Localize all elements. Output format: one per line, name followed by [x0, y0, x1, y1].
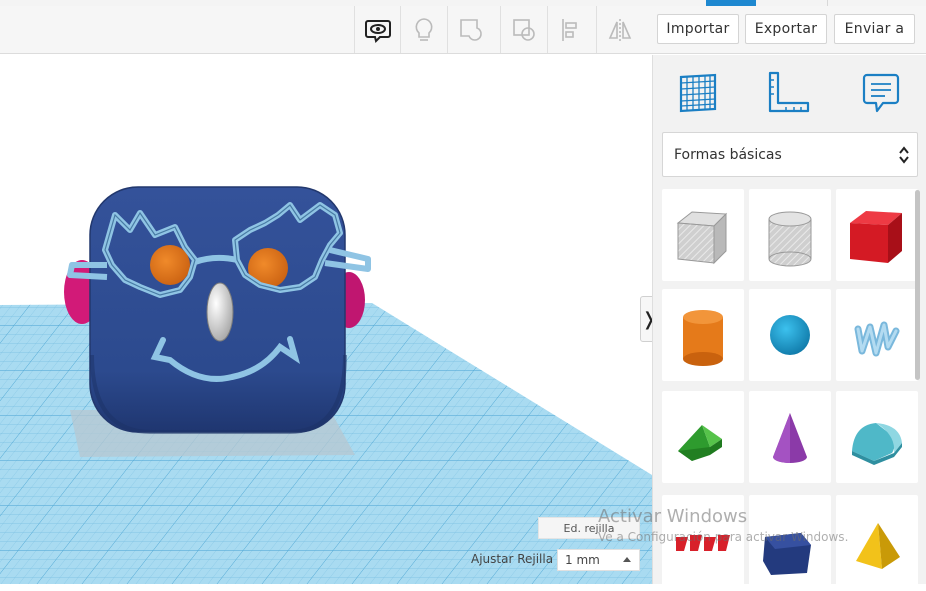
shape-tile-round-roof[interactable]	[836, 391, 918, 483]
workplane-grid-icon	[679, 73, 717, 113]
shape-library-value: Formas básicas	[674, 146, 782, 163]
round-roof-icon	[852, 423, 902, 465]
send-to-button[interactable]: Enviar a	[834, 14, 915, 44]
shape-tile-text[interactable]	[662, 495, 744, 587]
shape-tile-cylinder[interactable]	[662, 289, 744, 381]
ungroup-tool[interactable]	[500, 6, 546, 53]
snap-grid-label: Ajustar Rejilla	[471, 552, 554, 566]
shape-tile-pyramid[interactable]	[836, 495, 918, 587]
updown-arrows-icon	[899, 146, 909, 164]
shape-library-select[interactable]: Formas básicas	[662, 132, 918, 177]
workplane-scene[interactable]	[0, 55, 652, 584]
notes-tool[interactable]	[857, 69, 905, 117]
scribble-icon	[854, 321, 900, 357]
shape-tile-scribble[interactable]	[836, 289, 918, 381]
cone-icon	[773, 413, 807, 463]
ruler-tool[interactable]	[765, 69, 813, 117]
shape-tile-roof[interactable]	[662, 391, 744, 483]
shape-tile-sphere[interactable]	[749, 289, 831, 381]
cylinder-icon	[683, 310, 723, 366]
toolbar: Importar Exportar Enviar a	[0, 6, 926, 54]
shape-tile-cone[interactable]	[749, 391, 831, 483]
caret-up-icon	[623, 557, 631, 562]
align-icon	[561, 18, 577, 41]
shapes-panel: Formas básicas	[652, 55, 926, 587]
roof-icon	[678, 425, 722, 461]
export-button[interactable]: Exportar	[745, 14, 827, 44]
import-button[interactable]: Importar	[657, 14, 739, 44]
align-tool[interactable]	[547, 6, 593, 53]
lightbulb-icon	[414, 17, 433, 41]
snap-grid-select[interactable]: 1 mm	[557, 549, 640, 571]
workplane-viewport[interactable]	[0, 55, 652, 584]
group-shape-icon	[459, 18, 482, 41]
eye-comment-icon	[364, 19, 391, 43]
pyramid-icon	[856, 523, 900, 569]
box-icon	[850, 211, 902, 263]
show-notes-tool[interactable]	[354, 6, 400, 53]
shape-tile-box-hole[interactable]	[662, 189, 744, 281]
left-eye[interactable]	[150, 245, 190, 285]
text-shape-icon	[676, 535, 730, 551]
panel-scrollbar[interactable]	[915, 190, 920, 380]
shape-tile-box[interactable]	[836, 189, 918, 281]
ruler-icon	[768, 71, 810, 113]
mirror-tool[interactable]	[596, 6, 642, 53]
polygon-icon	[763, 533, 811, 575]
group-tool[interactable]	[447, 6, 493, 53]
shape-tile-polygon[interactable]	[749, 495, 831, 587]
mirror-icon	[608, 18, 631, 41]
workplane-tool[interactable]	[673, 69, 721, 117]
sphere-icon	[770, 315, 810, 355]
ungroup-shape-icon	[512, 18, 535, 41]
box-hole-icon	[676, 211, 728, 265]
cylinder-hole-icon	[768, 211, 812, 267]
shape-tile-cylinder-hole[interactable]	[749, 189, 831, 281]
light-tool[interactable]	[400, 6, 446, 53]
snap-grid-value: 1 mm	[565, 553, 600, 567]
nose[interactable]	[206, 282, 234, 342]
edit-grid-button[interactable]: Ed. rejilla	[538, 517, 640, 539]
notes-icon	[862, 73, 900, 113]
